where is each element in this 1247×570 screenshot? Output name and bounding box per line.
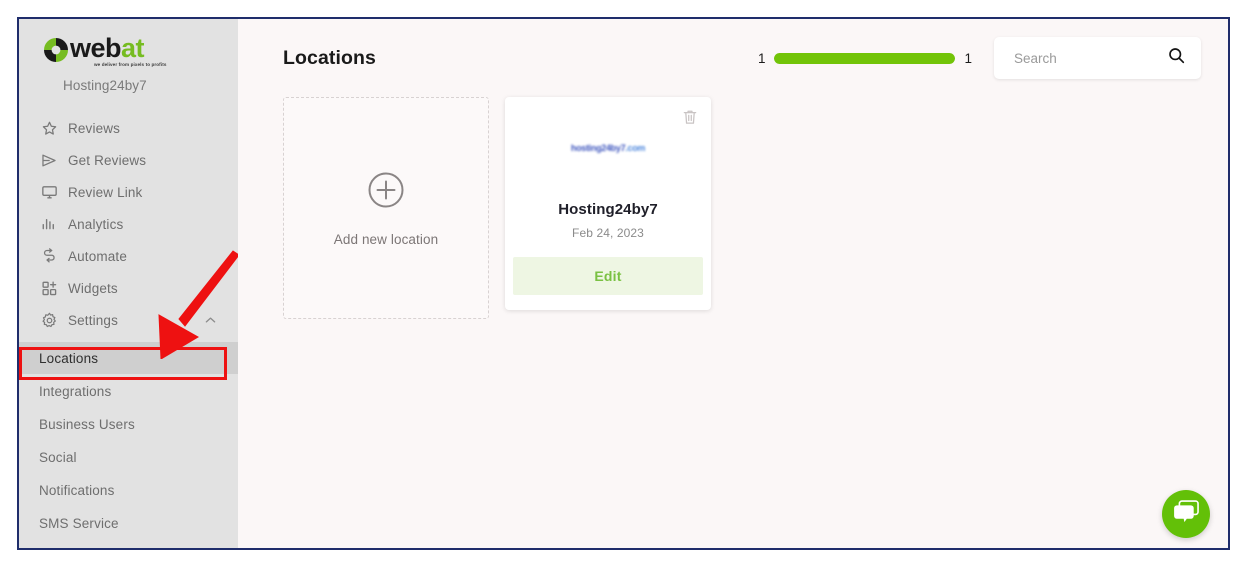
- location-logo: hosting24by7.com: [570, 141, 646, 155]
- locations-quota-progress: 1 1: [758, 51, 972, 66]
- gear-icon: [39, 311, 59, 329]
- monitor-icon: [39, 183, 59, 201]
- content-header: Locations 1 1: [238, 19, 1228, 97]
- trash-icon[interactable]: [681, 108, 699, 126]
- sidebar-item-reviews[interactable]: Reviews: [19, 112, 238, 144]
- locations-grid: Add new location hosting24by7.com Hostin…: [238, 97, 1228, 319]
- brand-header: webat we deliver from pixels to profits …: [19, 19, 238, 93]
- paper-plane-icon: [39, 151, 59, 169]
- search-input[interactable]: [1012, 49, 1167, 67]
- widgets-plus-icon: [39, 279, 59, 297]
- sidebar-subitem-label: Notifications: [39, 482, 115, 498]
- brand-tagline: we deliver from pixels to profits: [94, 62, 167, 67]
- sidebar-item-integrations[interactable]: Integrations: [19, 375, 238, 407]
- sidebar-item-label: Settings: [68, 312, 118, 328]
- location-logo-text: hosting24by7.com: [570, 143, 646, 153]
- search-icon[interactable]: [1167, 46, 1186, 70]
- sidebar-item-label: Widgets: [68, 280, 118, 296]
- app-window: webat we deliver from pixels to profits …: [17, 17, 1230, 550]
- sidebar-item-notifications[interactable]: Notifications: [19, 474, 238, 506]
- settings-subnav: Locations Integrations Business Users So…: [19, 342, 238, 539]
- progress-track: [774, 52, 956, 64]
- sidebar-subitem-label: SMS Service: [39, 515, 119, 531]
- sidebar-item-widgets[interactable]: Widgets: [19, 272, 238, 304]
- webat-logo[interactable]: webat we deliver from pixels to profits: [43, 35, 238, 67]
- progress-total-value: 1: [964, 50, 972, 66]
- add-new-location-card[interactable]: Add new location: [283, 97, 489, 319]
- sidebar-subitem-label: Business Users: [39, 416, 135, 432]
- progress-fill: [774, 52, 956, 64]
- location-name: Hosting24by7: [558, 201, 658, 218]
- edit-location-button[interactable]: Edit: [513, 257, 703, 295]
- main-content: Locations 1 1 Search Add new location ho…: [238, 19, 1228, 548]
- webat-logomark-icon: [43, 37, 69, 63]
- sidebar-subitem-label: Locations: [39, 350, 99, 366]
- sidebar-subitem-label: Integrations: [39, 383, 112, 399]
- star-icon: [39, 119, 59, 137]
- sidebar-item-sms-service[interactable]: SMS Service: [19, 507, 238, 539]
- location-card[interactable]: hosting24by7.com Hosting24by7 Feb 24, 20…: [505, 97, 711, 310]
- sidebar-item-business-users[interactable]: Business Users: [19, 408, 238, 440]
- sidebar-item-social[interactable]: Social: [19, 441, 238, 473]
- sidebar-item-label: Analytics: [68, 216, 124, 232]
- sidebar-item-analytics[interactable]: Analytics: [19, 208, 238, 240]
- sidebar-item-label: Automate: [68, 248, 127, 264]
- brand-wordmark: webat: [70, 33, 145, 63]
- chat-bubbles-icon: [1173, 499, 1200, 529]
- sidebar-item-settings[interactable]: Settings: [19, 304, 238, 336]
- sidebar-item-locations[interactable]: Locations: [19, 342, 238, 374]
- sidebar-item-automate[interactable]: Automate: [19, 240, 238, 272]
- add-new-location-label: Add new location: [333, 231, 439, 247]
- account-name: Hosting24by7: [63, 78, 147, 93]
- automate-icon: [39, 247, 59, 265]
- chevron-up-icon[interactable]: [204, 314, 216, 326]
- page-title: Locations: [283, 46, 376, 69]
- location-date: Feb 24, 2023: [572, 226, 644, 240]
- sidebar-subitem-label: Social: [39, 449, 77, 465]
- plus-circle-icon: [366, 170, 406, 215]
- sidebar-item-label: Get Reviews: [68, 152, 147, 168]
- chat-widget-button[interactable]: [1162, 490, 1210, 538]
- sidebar: webat we deliver from pixels to profits …: [19, 19, 238, 548]
- sidebar-item-label: Reviews: [68, 120, 121, 136]
- bar-chart-icon: [39, 215, 59, 233]
- progress-current-value: 1: [757, 50, 766, 66]
- sidebar-item-get-reviews[interactable]: Get Reviews: [19, 144, 238, 176]
- sidebar-item-review-link[interactable]: Review Link: [19, 176, 238, 208]
- search-box[interactable]: [994, 37, 1201, 79]
- sidebar-item-label: Review Link: [68, 184, 143, 200]
- primary-nav: Reviews Get Reviews Review Link Analytic…: [19, 112, 238, 336]
